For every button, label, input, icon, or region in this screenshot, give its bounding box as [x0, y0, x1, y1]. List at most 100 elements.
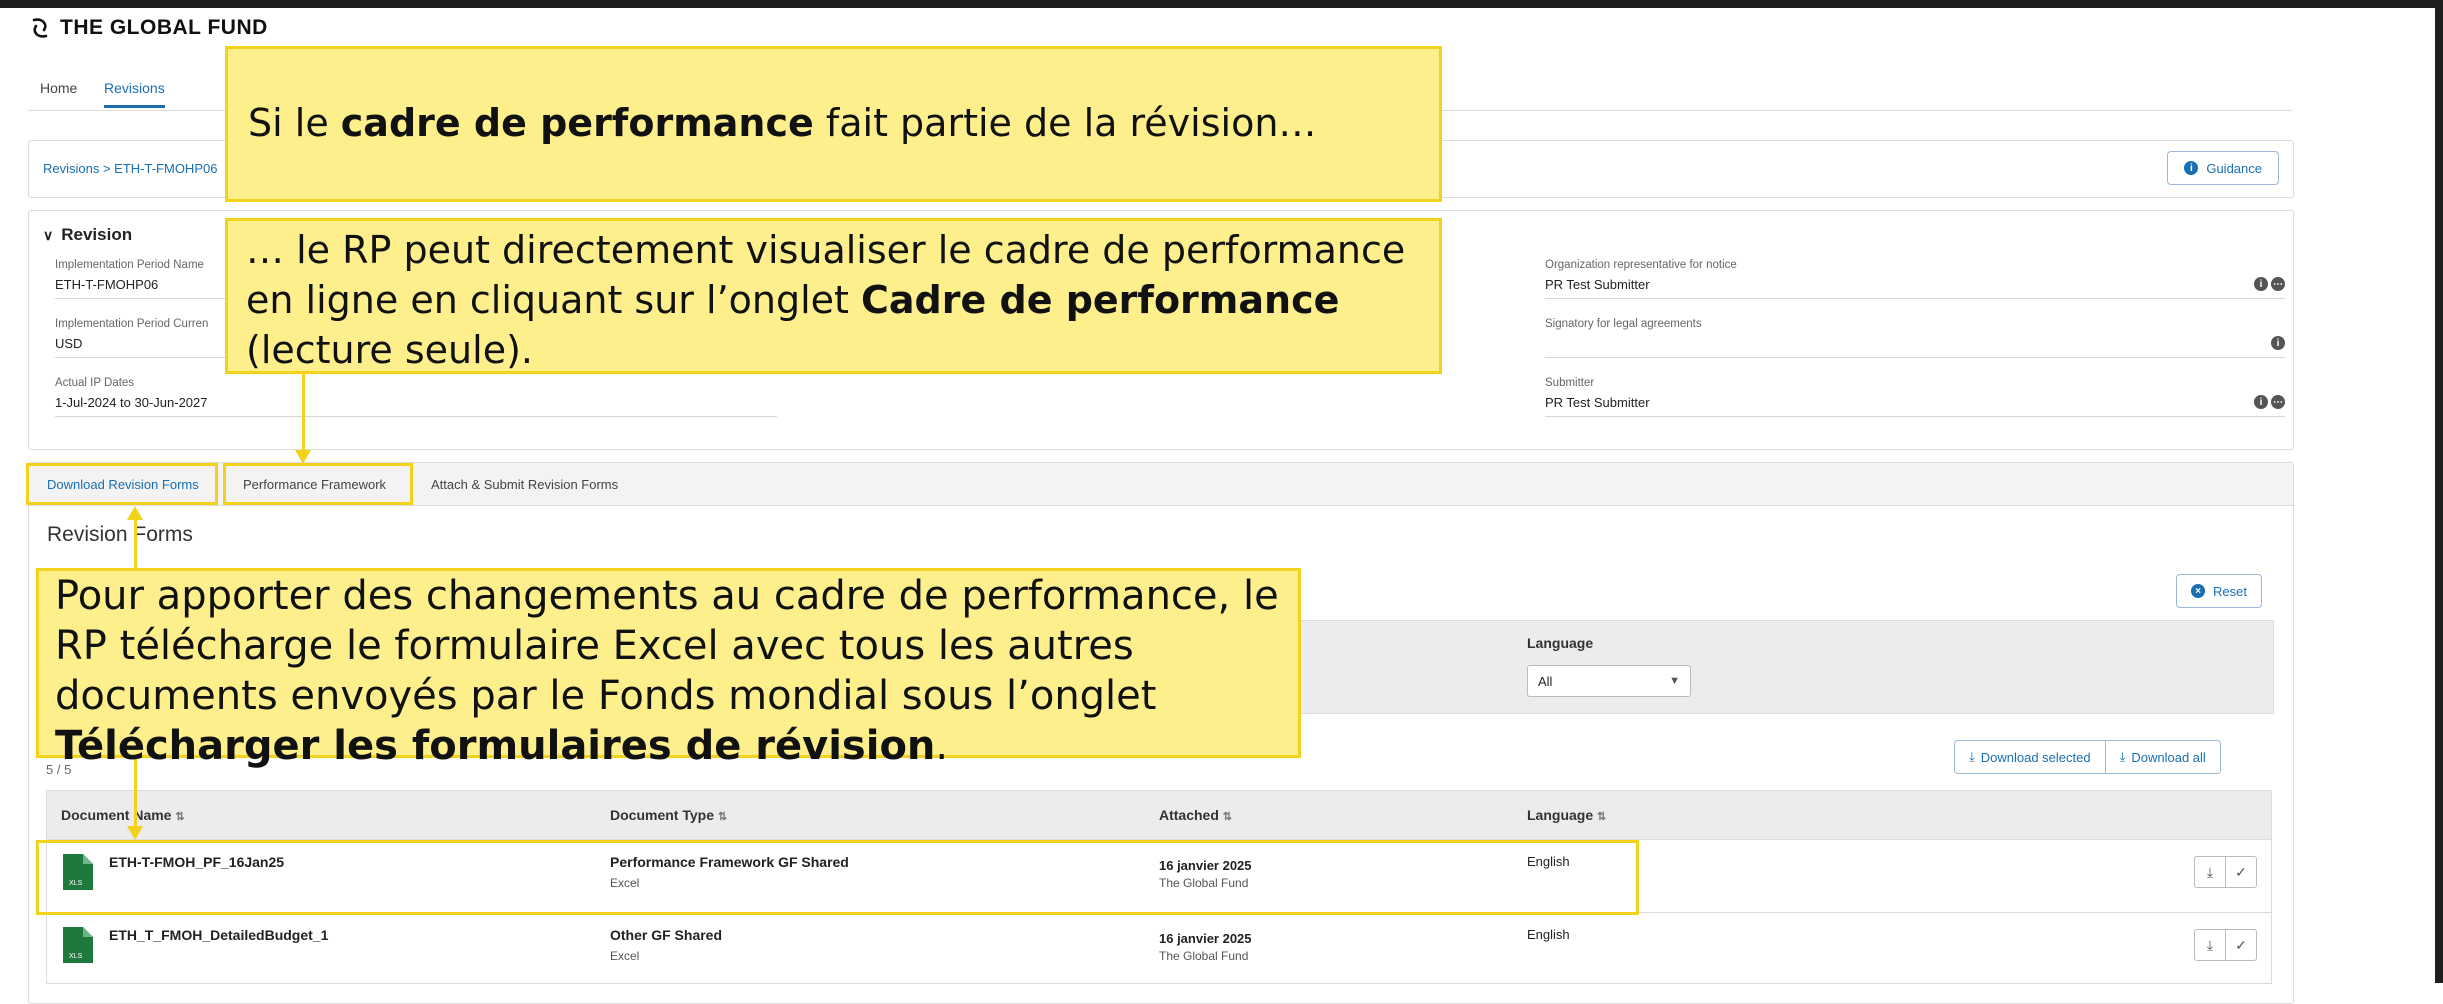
download-all-label: Download all — [2131, 749, 2206, 765]
column-header-document-type[interactable]: Document Type ⇅ — [610, 807, 727, 823]
top-bar — [0, 0, 2443, 8]
revision-header[interactable]: ∨ Revision — [43, 225, 132, 245]
download-button-group: ⤓ Download selected ⤓ Download all — [1954, 740, 2221, 774]
info-icon[interactable]: i — [2254, 395, 2268, 409]
more-icon[interactable]: ⋯ — [2271, 277, 2285, 291]
field-icons: i — [2271, 336, 2285, 350]
download-selected-label: Download selected — [1980, 749, 2091, 765]
document-format: Excel — [610, 949, 640, 963]
download-all-button[interactable]: ⤓ Download all — [2104, 741, 2220, 773]
arrow-down-icon — [127, 826, 143, 840]
sort-icon: ⇅ — [717, 811, 728, 823]
field-ip-dates: Actual IP Dates 1-Jul-2024 to 30-Jun-202… — [55, 377, 777, 417]
header-text: Attached — [1159, 807, 1219, 823]
chevron-down-icon: ∨ — [43, 226, 54, 243]
brand-name: THE GLOBAL FUND — [60, 16, 268, 39]
guidance-button[interactable]: i Guidance — [2167, 151, 2279, 185]
highlight-performance-tab — [223, 463, 413, 505]
field-value: PR Test Submitter — [1545, 277, 2285, 299]
document-language: English — [1527, 927, 1570, 942]
field-value: PR Test Submitter — [1545, 395, 2285, 417]
excel-file-icon: XLS — [63, 927, 93, 963]
header-text: Document Name — [61, 807, 172, 823]
attached-date: 16 janvier 2025 — [1159, 931, 1252, 946]
field-icons: i ⋯ — [2254, 395, 2285, 409]
row-actions: ⤓ ✓ — [2194, 856, 2257, 888]
field-submitter: Submitter PR Test Submitter i ⋯ — [1545, 377, 2285, 417]
callout-bold-text: cadre de performance — [340, 101, 814, 145]
field-org-representative: Organization representative for notice P… — [1545, 259, 2285, 299]
header-text: Document Type — [610, 807, 714, 823]
callout-text: Pour apporter des changements au cadre d… — [55, 573, 1279, 619]
callout-text: RP télécharge le formulaire Excel avec t… — [55, 623, 1134, 669]
caret-down-icon: ▼ — [1669, 675, 1680, 687]
info-icon[interactable]: i — [2271, 336, 2285, 350]
info-icon: i — [2184, 161, 2199, 175]
field-signatory: Signatory for legal agreements i — [1545, 318, 2285, 358]
callout-performance-in-revision: Si le cadre de performance fait partie d… — [225, 46, 1442, 202]
column-header-document-name[interactable]: Document Name ⇅ — [61, 807, 185, 823]
download-selected-button[interactable]: ⤓ Download selected — [1955, 741, 2105, 773]
callout-text: . — [935, 723, 949, 769]
reset-label: Reset — [2213, 583, 2247, 599]
field-label: Signatory for legal agreements — [1545, 318, 1702, 330]
download-icon: ⤓ — [1969, 749, 1975, 764]
language-select[interactable]: All ▼ — [1527, 665, 1691, 697]
global-fund-logo-icon — [32, 18, 48, 38]
check-icon[interactable]: ✓ — [2225, 857, 2256, 887]
info-icon[interactable]: i — [2254, 277, 2268, 291]
connector-line — [134, 520, 137, 568]
reset-button[interactable]: × Reset — [2176, 574, 2262, 608]
guidance-label: Guidance — [2206, 160, 2262, 176]
header-text: Language — [1527, 807, 1594, 823]
callout-bold-text: Cadre de performance — [861, 278, 1340, 322]
callout-bold-text: Télécharger les formulaires de révision — [55, 723, 936, 769]
field-icons: i ⋯ — [2254, 277, 2285, 291]
download-icon: ⤓ — [2119, 749, 2126, 764]
download-icon[interactable]: ⤓ — [2195, 930, 2225, 960]
callout-text: … le RP peut directement visualiser le c… — [246, 228, 1406, 272]
callout-text: en ligne en cliquant sur l’onglet — [246, 278, 862, 322]
highlight-pf-row — [36, 840, 1639, 915]
table-header: Document Name ⇅ Document Type ⇅ Attached… — [46, 790, 2272, 840]
nav-home[interactable]: Home — [40, 80, 77, 96]
language-filter-label: Language — [1527, 635, 1594, 651]
table-row[interactable]: XLS ETH_T_FMOH_DetailedBudget_1 Other GF… — [46, 913, 2272, 984]
download-icon[interactable]: ⤓ — [2195, 857, 2225, 887]
field-value — [1545, 336, 2285, 358]
row-actions: ⤓ ✓ — [2194, 929, 2257, 961]
global-fund-logo[interactable]: THE GLOBAL FUND — [28, 16, 268, 40]
arrow-up-icon — [127, 506, 143, 520]
check-icon[interactable]: ✓ — [2225, 930, 2256, 960]
field-label: Submitter — [1545, 377, 1595, 389]
section-title: Revision Forms — [47, 523, 193, 546]
sort-icon: ⇅ — [1597, 811, 1607, 823]
sort-icon: ⇅ — [1222, 811, 1233, 823]
callout-text: fait partie de la révision… — [813, 101, 1317, 145]
field-label: Organization representative for notice — [1545, 259, 1737, 271]
callout-download-excel: Pour apporter des changements au cadre d… — [36, 568, 1301, 769]
highlight-download-tab — [26, 463, 218, 505]
sort-icon: ⇅ — [175, 811, 185, 823]
arrow-down-icon — [295, 450, 311, 464]
callout-text: Si le — [248, 101, 341, 145]
connector-line — [302, 374, 305, 450]
right-edge-strip — [2435, 0, 2443, 983]
revision-title: Revision — [61, 225, 133, 244]
column-header-attached[interactable]: Attached ⇅ — [1159, 807, 1232, 823]
svg-text:XLS: XLS — [69, 953, 83, 960]
callout-text: (lecture seule). — [246, 328, 533, 372]
document-name[interactable]: ETH_T_FMOH_DetailedBudget_1 — [109, 927, 328, 943]
callout-text: documents envoyés par le Fonds mondial s… — [55, 673, 1157, 719]
field-label: Actual IP Dates — [55, 377, 135, 389]
document-type: Other GF Shared — [610, 927, 723, 943]
more-icon[interactable]: ⋯ — [2271, 395, 2285, 409]
language-select-value: All — [1538, 673, 1553, 689]
attached-by: The Global Fund — [1159, 949, 1249, 963]
breadcrumb[interactable]: Revisions > ETH-T-FMOHP06 — [43, 161, 217, 176]
tab-attach-submit-revision-forms[interactable]: Attach & Submit Revision Forms — [431, 477, 618, 492]
column-header-language[interactable]: Language ⇅ — [1527, 807, 1606, 823]
callout-view-online: … le RP peut directement visualiser le c… — [225, 218, 1442, 374]
nav-revisions[interactable]: Revisions — [104, 80, 165, 108]
field-value: 1-Jul-2024 to 30-Jun-2027 — [55, 395, 777, 417]
